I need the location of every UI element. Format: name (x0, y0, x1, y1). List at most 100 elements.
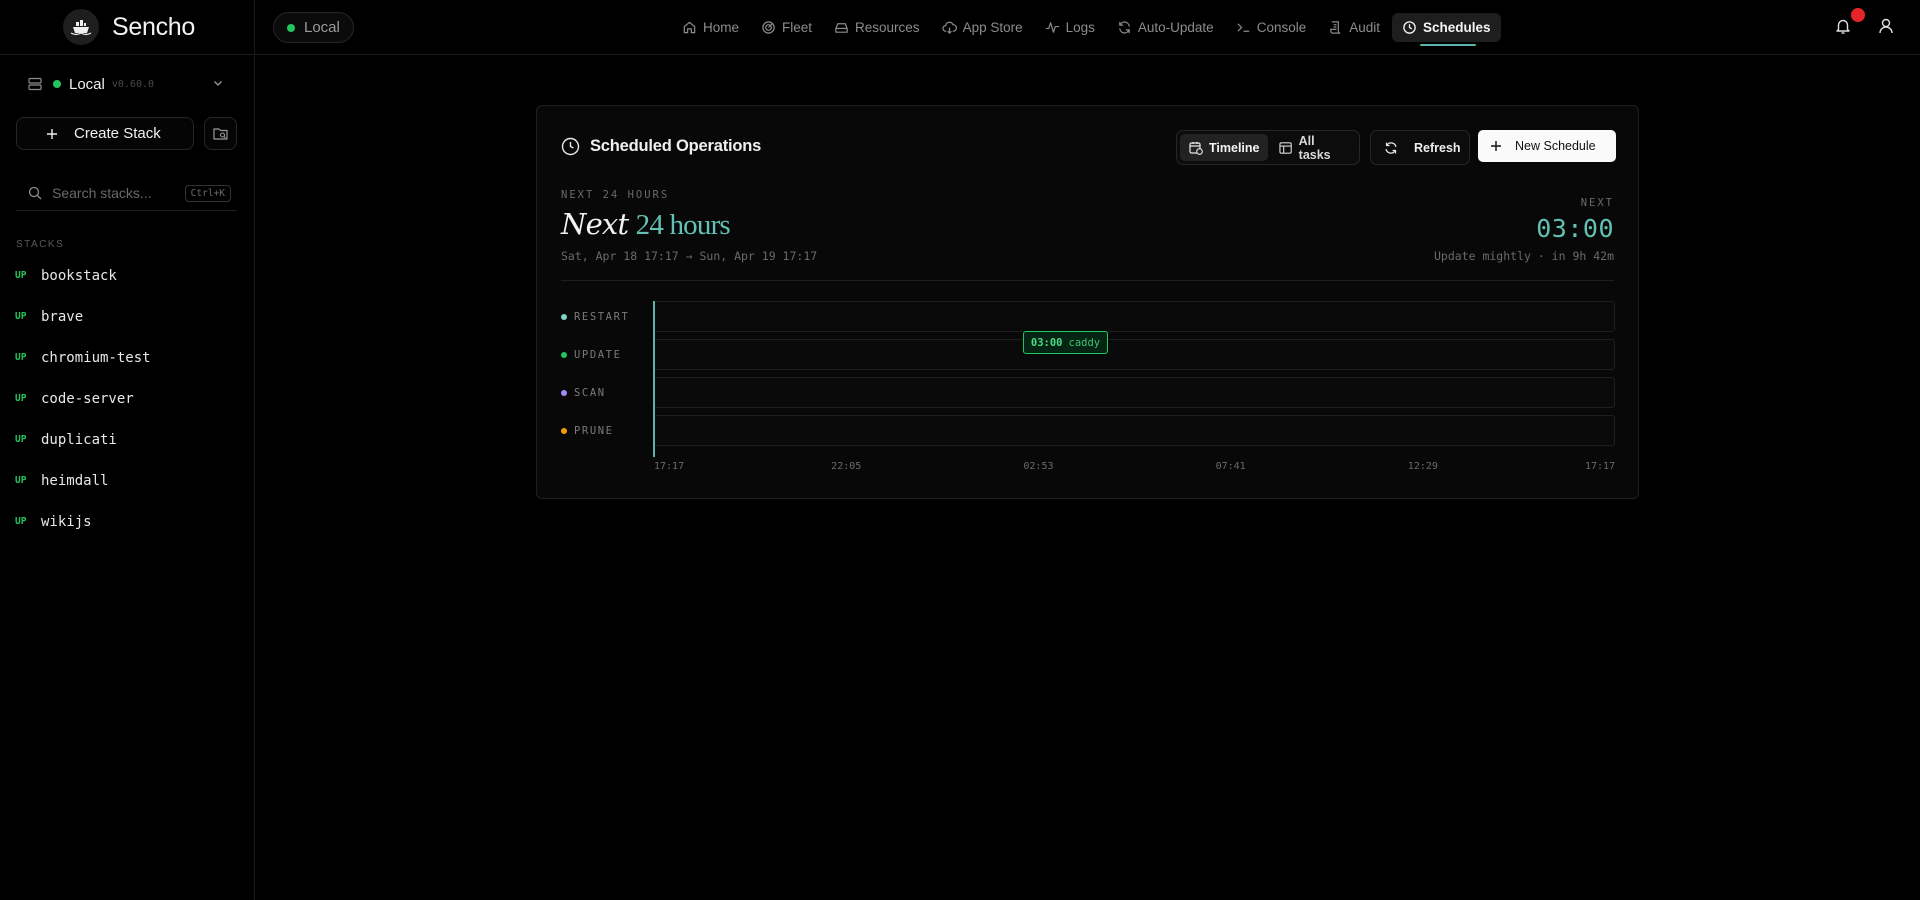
stack-item-heimdall[interactable]: UP heimdall (0, 460, 254, 501)
node-status-dot (53, 80, 61, 88)
node-pill[interactable]: Local (273, 12, 354, 43)
nav-logs[interactable]: Logs (1035, 13, 1105, 42)
refresh-icon (1385, 141, 1397, 154)
stack-item-duplicati[interactable]: UP duplicati (0, 419, 254, 460)
event-name: caddy (1068, 336, 1101, 349)
time-tick: 22:05 (831, 461, 862, 472)
stacks-heading: STACKS (16, 239, 65, 250)
app-store-icon (941, 21, 957, 34)
lane-label-text: UPDATE (574, 349, 622, 361)
lane-track-prune[interactable] (654, 415, 1615, 446)
nav-audit[interactable]: Audit (1318, 13, 1390, 42)
notifications-button[interactable] (1834, 17, 1852, 35)
logo-icon (63, 9, 99, 45)
all-tasks-view-button[interactable]: All tasks (1270, 133, 1356, 162)
lane-label-prune: PRUNE (561, 424, 614, 438)
stack-status: UP (15, 434, 27, 445)
plus-icon (1491, 141, 1501, 151)
card-title: Scheduled Operations (590, 137, 762, 155)
lane-track-restart[interactable] (654, 301, 1615, 332)
sidebar: Local v0.60.0 Create Stack Ctrl+K STACKS… (0, 56, 255, 900)
lane-track-update[interactable] (654, 339, 1615, 370)
stack-item-brave[interactable]: UP brave (0, 296, 254, 337)
all-tasks-label: All tasks (1298, 133, 1331, 162)
divider (254, 0, 255, 55)
main-nav: Home Fleet Resources App Store Logs Auto… (672, 13, 1501, 46)
table-icon (1279, 141, 1293, 154)
new-schedule-label: New Schedule (1515, 139, 1596, 153)
stack-status: UP (15, 393, 27, 404)
node-name: Local (69, 75, 105, 93)
nav-label: App Store (962, 20, 1023, 35)
nav-console[interactable]: Console (1226, 13, 1317, 42)
notification-badge (1851, 8, 1865, 22)
nav-label: Resources (855, 20, 920, 35)
stack-name: brave (41, 308, 84, 325)
new-schedule-button[interactable]: New Schedule (1478, 130, 1616, 162)
next-run-time: 03:00 (1536, 214, 1614, 243)
time-range: Sat, Apr 18 17:17 → Sun, Apr 19 17:17 (561, 249, 818, 263)
scheduled-operations-card: Scheduled Operations Timeline All tasks … (536, 105, 1639, 499)
nav-schedules[interactable]: Schedules (1392, 13, 1501, 46)
folder-search-button[interactable] (204, 117, 237, 150)
nav-fleet[interactable]: Fleet (751, 13, 822, 42)
time-tick: 12:29 (1407, 461, 1438, 472)
nav-label: Console (1256, 20, 1307, 35)
node-pill-label: Local (304, 19, 340, 36)
chevron-down-icon (214, 81, 222, 86)
schedule-event-caddy[interactable]: 03:00 caddy (1023, 331, 1108, 354)
timeline-view-button[interactable]: Timeline (1180, 134, 1269, 161)
refresh-button[interactable]: Refresh (1370, 130, 1470, 165)
shortcut-hint: Ctrl+K (184, 185, 231, 202)
audit-icon (1330, 21, 1341, 34)
create-stack-button[interactable]: Create Stack (16, 117, 194, 150)
stack-name: bookstack (41, 267, 117, 284)
create-stack-label: Create Stack (74, 125, 161, 142)
server-icon (28, 77, 42, 91)
lane-label-text: PRUNE (574, 425, 614, 437)
node-selector[interactable]: Local v0.60.0 (18, 68, 236, 100)
auto-update-icon (1119, 21, 1130, 34)
clock-icon (1403, 21, 1416, 34)
lane-track-scan[interactable] (654, 377, 1615, 408)
calendar-clock-icon (1189, 141, 1203, 155)
refresh-label: Refresh (1414, 140, 1461, 155)
headline-hours: 24 hours (635, 209, 731, 241)
nav-resources[interactable]: Resources (824, 13, 930, 42)
now-indicator (653, 301, 655, 457)
headline-next: Next (561, 207, 629, 241)
search-input[interactable] (52, 185, 176, 201)
user-icon (1879, 18, 1893, 34)
stack-item-chromium-test[interactable]: UP chromium-test (0, 337, 254, 378)
stack-item-bookstack[interactable]: UP bookstack (0, 255, 254, 296)
lane-dot (561, 314, 567, 320)
window-eyebrow: NEXT 24 HOURS (561, 189, 670, 201)
status-dot (287, 23, 295, 32)
lane-dot (561, 352, 567, 358)
lane-label-restart: RESTART (561, 310, 629, 324)
event-time: 03:00 (1030, 336, 1063, 349)
stack-name: code-server (41, 390, 134, 407)
stack-name: wikijs (41, 513, 92, 530)
nav-label: Logs (1065, 20, 1095, 35)
top-bar: Sencho Local Home Fleet Resources App St… (0, 0, 1920, 55)
stack-search: Ctrl+K (16, 176, 237, 211)
nav-auto-update[interactable]: Auto-Update (1107, 13, 1224, 42)
brand[interactable]: Sencho (63, 9, 195, 45)
bell-icon (1836, 19, 1850, 34)
nav-label: Home (703, 20, 740, 35)
lane-label-text: SCAN (574, 387, 606, 399)
fleet-icon (762, 21, 775, 34)
time-tick: 07:41 (1215, 461, 1246, 472)
next-label: NEXT (1580, 197, 1614, 209)
time-tick: 02:53 (1023, 461, 1054, 472)
stack-item-wikijs[interactable]: UP wikijs (0, 501, 254, 542)
stack-status: UP (15, 475, 27, 486)
stack-item-code-server[interactable]: UP code-server (0, 378, 254, 419)
logs-icon (1045, 22, 1059, 33)
nav-home[interactable]: Home (672, 13, 749, 42)
stack-name: duplicati (41, 431, 117, 448)
nav-app-store[interactable]: App Store (932, 13, 1033, 42)
view-toggle: Timeline All tasks (1176, 130, 1360, 165)
user-menu-button[interactable] (1877, 17, 1895, 35)
